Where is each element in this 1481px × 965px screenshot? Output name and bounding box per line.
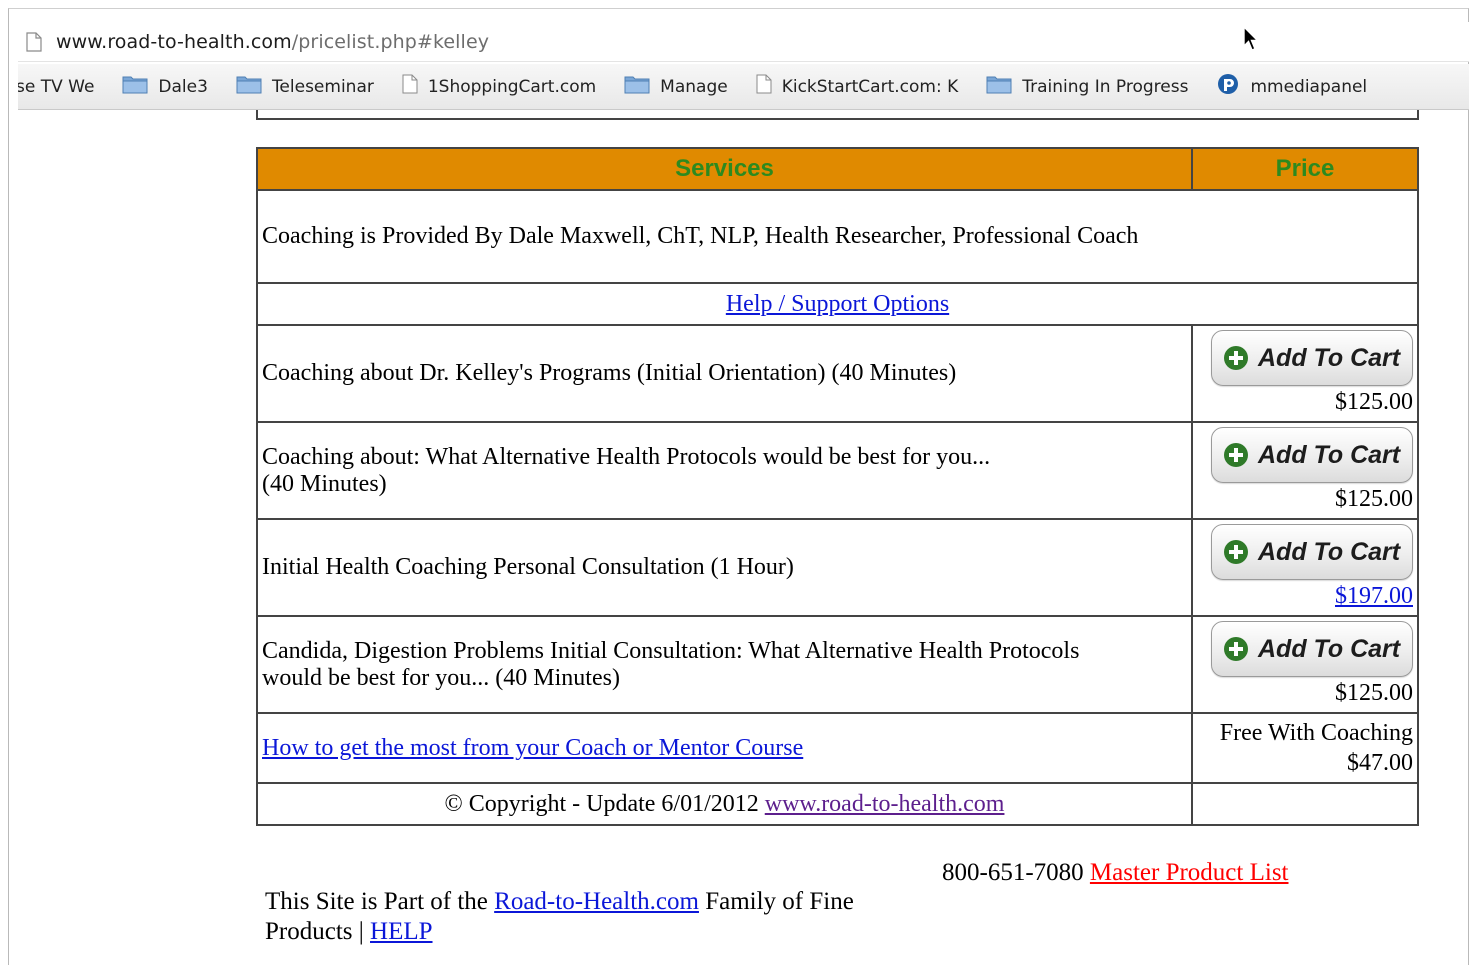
add-to-cart-label: Add To Cart	[1258, 634, 1401, 663]
bookmark-folder[interactable]: Training In Progress	[986, 74, 1188, 99]
plus-circle-icon	[1224, 443, 1248, 467]
service-description: Initial Health Coaching Personal Consult…	[256, 518, 1193, 617]
copyright-row: © Copyright - Update 6/01/2012 www.road-…	[256, 782, 1419, 826]
table-row: Initial Health Coaching Personal Consult…	[256, 518, 1419, 617]
family-text-end: Products |	[265, 918, 364, 945]
bookmark-label: KickStartCart.com: K	[781, 76, 959, 97]
service-description: Coaching about: What Alternative Health …	[256, 421, 1193, 520]
help-link[interactable]: HELP	[370, 918, 433, 945]
mouse-cursor-icon	[1242, 25, 1260, 57]
coach-info: Coaching is Provided By Dale Maxwell, Ch…	[256, 189, 1419, 284]
url-domain: www.road-to-health.com	[56, 30, 292, 53]
price-cell: Add To Cart $125.00	[1191, 324, 1419, 423]
add-to-cart-label: Add To Cart	[1258, 343, 1401, 372]
bookmark-folder[interactable]: Teleseminar	[236, 74, 374, 99]
price-link[interactable]: $197.00	[1335, 583, 1413, 609]
bookmark-folder[interactable]: Dale3	[122, 74, 208, 99]
plus-circle-icon	[1224, 540, 1248, 564]
price-value: $125.00	[1335, 389, 1413, 415]
price-header: Price	[1191, 147, 1419, 191]
page-icon	[26, 31, 42, 52]
phone-number: 800-651-7080	[942, 859, 1084, 886]
master-product-list-link[interactable]: Master Product List	[1090, 859, 1289, 886]
coach-course-link[interactable]: How to get the most from your Coach or M…	[262, 735, 803, 761]
folder-icon	[236, 74, 262, 99]
family-text: This Site is Part of the Road-to-Health.…	[265, 887, 905, 947]
url-path: /pricelist.php#kelley	[291, 30, 490, 53]
empty-cell	[1191, 782, 1419, 826]
page-icon	[756, 74, 772, 99]
family-text-start: This Site is Part of the	[265, 888, 488, 915]
road-to-health-link[interactable]: Road-to-Health.com	[494, 888, 699, 915]
add-to-cart-button[interactable]: Add To Cart	[1211, 621, 1413, 677]
page-icon	[402, 74, 418, 99]
price-cell: Add To Cart $197.00	[1191, 518, 1419, 617]
bookmark-item[interactable]: KickStartCart.com: K	[756, 74, 959, 99]
add-to-cart-label: Add To Cart	[1258, 440, 1401, 469]
add-to-cart-button[interactable]: Add To Cart	[1211, 524, 1413, 580]
plus-circle-icon	[1224, 637, 1248, 661]
help-cell: Help / Support Options	[256, 282, 1419, 326]
url-text[interactable]: www.road-to-health.com/pricelist.php#kel…	[56, 31, 489, 53]
copyright-cell: © Copyright - Update 6/01/2012 www.road-…	[256, 782, 1193, 826]
course-price-note: Free With Coaching	[1219, 720, 1413, 746]
family-text-middle: Family of Fine	[705, 888, 854, 915]
bookmark-folder[interactable]: Manage	[624, 74, 728, 99]
service-description-line2: (40 Minutes)	[262, 470, 387, 497]
bookmark-item[interactable]: mmediapanel	[1216, 73, 1367, 100]
table-row: Coaching about: What Alternative Health …	[256, 421, 1419, 520]
bookmark-label: Training In Progress	[1022, 76, 1189, 97]
service-description-line2: would be best for you... (40 Minutes)	[262, 664, 620, 691]
course-price-cell: Free With Coaching $47.00	[1191, 712, 1419, 784]
service-description-line1: Coaching about: What Alternative Health …	[262, 443, 991, 470]
help-support-link[interactable]: Help / Support Options	[726, 291, 949, 317]
table-header-row: Services Price	[256, 147, 1419, 191]
coach-info-row: Coaching is Provided By Dale Maxwell, Ch…	[256, 189, 1419, 284]
price-value: $125.00	[1335, 486, 1413, 512]
copyright-text: © Copyright - Update 6/01/2012	[444, 790, 759, 817]
folder-icon	[122, 74, 148, 99]
service-description: Candida, Digestion Problems Initial Cons…	[256, 615, 1193, 714]
price-cell: Add To Cart $125.00	[1191, 421, 1419, 520]
help-row: Help / Support Options	[256, 282, 1419, 326]
service-description-line1: Candida, Digestion Problems Initial Cons…	[262, 637, 1080, 664]
service-description: Coaching about Dr. Kelley's Programs (In…	[256, 324, 1193, 423]
plus-circle-icon	[1224, 346, 1248, 370]
add-to-cart-button[interactable]: Add To Cart	[1211, 330, 1413, 386]
bookmark-label: mmediapanel	[1250, 76, 1368, 97]
price-cell: Add To Cart $125.00	[1191, 615, 1419, 714]
course-price-value: $47.00	[1347, 750, 1413, 776]
mmedia-icon	[1216, 73, 1240, 100]
bookmark-label: Teleseminar	[271, 76, 374, 97]
bookmark-label: Manage	[660, 76, 728, 97]
price-table: Services Price Coaching is Provided By D…	[256, 147, 1419, 826]
price-value: $125.00	[1335, 680, 1413, 706]
phone-line: 800-651-7080 Master Product List	[942, 859, 1289, 887]
folder-icon	[986, 74, 1012, 99]
bookmarks-bar: se TV We Dale3 Teleseminar 1ShoppingCart…	[18, 64, 1469, 110]
bookmark-label: 1ShoppingCart.com	[427, 76, 597, 97]
table-row: Coaching about Dr. Kelley's Programs (In…	[256, 324, 1419, 423]
table-row: Candida, Digestion Problems Initial Cons…	[256, 615, 1419, 714]
add-to-cart-button[interactable]: Add To Cart	[1211, 427, 1413, 483]
previous-table-edge	[256, 110, 1419, 120]
site-link[interactable]: www.road-to-health.com	[765, 791, 1005, 817]
bookmark-item[interactable]: se TV We	[18, 77, 94, 97]
bookmark-label: Dale3	[158, 76, 208, 97]
bookmark-item[interactable]: 1ShoppingCart.com	[402, 74, 596, 99]
folder-icon	[624, 74, 650, 99]
course-row: How to get the most from your Coach or M…	[256, 712, 1419, 784]
course-cell: How to get the most from your Coach or M…	[256, 712, 1193, 784]
services-header: Services	[256, 147, 1193, 191]
bookmark-label: se TV We	[18, 76, 95, 97]
add-to-cart-label: Add To Cart	[1258, 537, 1401, 566]
